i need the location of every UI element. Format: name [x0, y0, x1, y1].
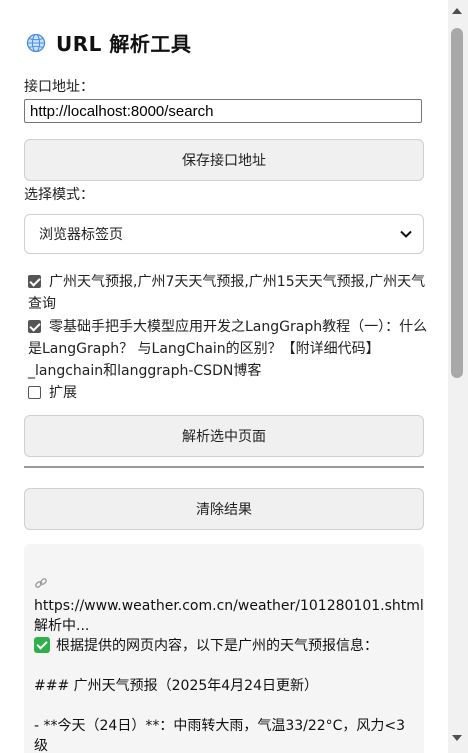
tab-checkbox[interactable] [28, 320, 41, 333]
globe-icon [26, 33, 46, 52]
scrollbar-thumb[interactable] [451, 28, 463, 378]
tab-option-label: 零基础手把手大模型应用开发之LangGraph教程（一）：什么是LangGrap… [28, 319, 428, 379]
mode-label: 选择模式： [24, 187, 94, 203]
mode-select-value: 浏览器标签页 [39, 227, 123, 243]
clear-results-button[interactable]: 清除结果 [24, 488, 424, 530]
parse-selected-button[interactable]: 解析选中页面 [24, 415, 424, 457]
endpoint-input[interactable] [24, 99, 422, 123]
mode-select[interactable]: 浏览器标签页 [24, 214, 424, 254]
link-icon [35, 578, 47, 588]
tab-option-label: 扩展 [49, 385, 77, 401]
tab-option[interactable]: 扩展 [28, 382, 428, 404]
link-line [34, 576, 424, 596]
header: URL 解析工具 [26, 28, 191, 57]
result-status: 解析中... [34, 618, 90, 634]
result-item: - **今天（24日）**：中雨转大雨，气温33/22°C，风力<3级 [34, 718, 406, 753]
result-heading: ### 广州天气预报（2025年4月24日更新） [34, 678, 318, 694]
scroll-down-arrow-icon[interactable] [452, 735, 462, 741]
save-endpoint-button[interactable]: 保存接口地址 [24, 139, 424, 181]
tab-option[interactable]: 广州天气预报,广州7天天气预报,广州15天天气预报,广州天气查询 [28, 271, 428, 315]
result-panel: https://www.weather.com.cn/weather/10128… [24, 544, 424, 753]
result-summary: 根据提供的网页内容，以下是广州的天气预报信息： [56, 638, 378, 654]
popup-panel: URL 解析工具 接口地址： 保存接口地址 选择模式： 浏览器标签页 广州天气预… [0, 0, 448, 753]
scrollbar[interactable] [448, 0, 468, 753]
page-title: URL 解析工具 [56, 32, 192, 56]
endpoint-label: 接口地址： [24, 79, 94, 95]
tab-checkbox[interactable] [28, 275, 41, 288]
tab-option[interactable]: 零基础手把手大模型应用开发之LangGraph教程（一）：什么是LangGrap… [28, 316, 428, 382]
tab-option-label: 广州天气预报,广州7天天气预报,广州15天天气预报,广州天气查询 [28, 274, 426, 312]
check-icon [34, 637, 50, 653]
result-summary-line: 根据提供的网页内容，以下是广州的天气预报信息： [34, 636, 424, 656]
scroll-up-arrow-icon[interactable] [452, 8, 462, 14]
divider [24, 466, 424, 468]
tab-checkbox[interactable] [28, 386, 41, 399]
result-url: https://www.weather.com.cn/weather/10128… [34, 598, 424, 614]
chevron-down-icon [400, 230, 412, 238]
